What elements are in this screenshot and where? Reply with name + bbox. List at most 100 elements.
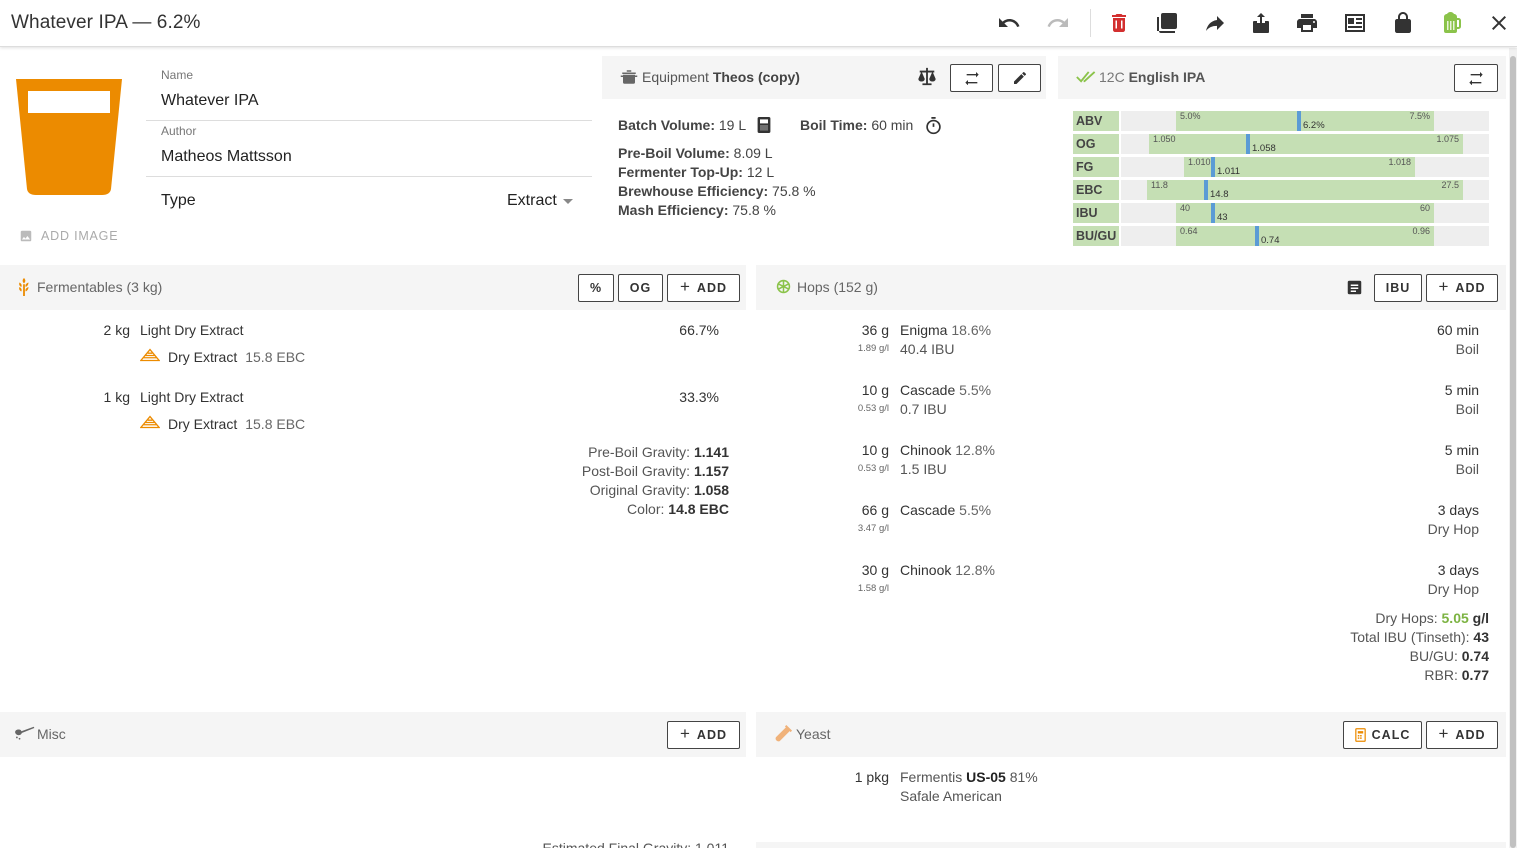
equipment-title: Equipment Theos (copy) (642, 69, 800, 85)
fermentable-name[interactable]: Light Dry Extract (140, 389, 243, 405)
add-hop-button[interactable]: + ADD (1426, 274, 1498, 302)
style-value-marker (1211, 157, 1215, 177)
fermentable-type: Dry Extract 15.8 EBC (139, 415, 305, 432)
swap-style-button[interactable] (1454, 64, 1498, 92)
author-label: Author (161, 124, 197, 138)
style-range-track: 40 60 43 (1121, 203, 1489, 223)
swap-equipment-button[interactable] (950, 64, 993, 92)
author-underline (146, 176, 592, 177)
pot-icon (620, 68, 638, 89)
bugu-stat: BU/GU: 0.74 (1409, 648, 1489, 664)
swap-icon (964, 72, 979, 85)
style-value-marker (1255, 226, 1259, 246)
hop-name[interactable]: Chinook 12.8% (900, 562, 995, 578)
scrollbar-thumb[interactable] (1510, 56, 1516, 848)
total-ibu-stat: Total IBU (Tinseth): 43 (1350, 629, 1489, 645)
style-row: OG 1.050 1.075 1.058 (1073, 134, 1489, 154)
hop-concentration: 3.47 g/l (857, 523, 889, 534)
brew-icon[interactable] (1437, 10, 1465, 36)
hop-use: Boil (1455, 461, 1479, 477)
pencil-icon (1013, 71, 1026, 84)
style-range-min: 11.8 (1151, 180, 1168, 190)
style-value-marker (1204, 180, 1208, 200)
add-image-button[interactable]: ADD IMAGE (19, 229, 118, 243)
ibu-button[interactable]: IBU (1374, 274, 1422, 302)
style-range-track: 11.8 27.5 14.8 (1121, 180, 1489, 200)
hop-name[interactable]: Cascade 5.5% (900, 502, 991, 518)
hop-ibu: 0.7 IBU (900, 401, 947, 417)
dry-hops-stat: Dry Hops: 5.05 g/l (1375, 610, 1489, 626)
style-range-track: 0.64 0.96 0.74 (1121, 226, 1489, 246)
original-gravity: Original Gravity: 1.058 (589, 482, 729, 498)
plus-icon: + (679, 277, 691, 296)
style-range-max: 7.5% (1409, 111, 1430, 121)
copy-icon[interactable] (1153, 10, 1181, 36)
style-range-max: 60 (1419, 203, 1430, 213)
style-range-min: 40 (1180, 203, 1191, 213)
style-value-marker (1246, 134, 1250, 154)
calculator-icon[interactable] (756, 116, 772, 137)
author-field[interactable]: Matheos Mattsson (161, 148, 292, 166)
type-select[interactable]: Extract (507, 192, 573, 210)
brewhouse-efficiency: Brewhouse Efficiency: 75.8 % (618, 183, 816, 199)
redo-icon[interactable] (1044, 10, 1072, 36)
fermentable-name[interactable]: Light Dry Extract (140, 322, 243, 338)
misc-title: Misc (37, 726, 66, 742)
add-image-label: ADD IMAGE (41, 229, 119, 243)
lock-icon[interactable] (1389, 10, 1417, 36)
hop-time: 5 min (1444, 382, 1479, 398)
yeast-name[interactable]: Fermentis US-05 81% (900, 769, 1038, 785)
hop-name[interactable]: Chinook 12.8% (900, 442, 995, 458)
image-icon (20, 230, 32, 242)
undo-icon[interactable] (995, 10, 1023, 36)
estimated-fg: Estimated Final Gravity: 1.011 (542, 840, 729, 848)
beer-glass-image[interactable] (14, 77, 124, 197)
add-yeast-button[interactable]: + ADD (1426, 721, 1498, 749)
print-icon[interactable] (1293, 10, 1321, 36)
percent-button[interactable]: % (578, 274, 614, 302)
add-label: ADD (696, 728, 728, 742)
app-toolbar: Whatever IPA — 6.2% (0, 0, 1517, 47)
style-param-name: ABV (1073, 111, 1119, 131)
share-icon[interactable] (1201, 10, 1229, 36)
style-value-marker (1297, 111, 1301, 131)
hop-ibu: 40.4 IBU (900, 341, 955, 357)
add-fermentable-button[interactable]: + ADD (667, 274, 740, 302)
timer-icon[interactable] (925, 116, 942, 138)
brewsheet-icon[interactable] (1341, 10, 1369, 36)
delete-icon[interactable] (1105, 10, 1133, 36)
scale-icon[interactable] (916, 67, 938, 90)
calc-button[interactable]: CALC (1343, 721, 1422, 749)
edit-equipment-button[interactable] (998, 64, 1041, 92)
style-range-min: 5.0% (1180, 111, 1201, 121)
style-range-min: 1.010 (1188, 157, 1211, 167)
plus-icon: + (1438, 277, 1450, 296)
swap-icon (1469, 72, 1483, 85)
style-param-name: IBU (1073, 203, 1119, 223)
style-param-name: OG (1073, 134, 1119, 154)
add-misc-button[interactable]: + ADD (667, 721, 740, 749)
calc-label: CALC (1371, 728, 1411, 742)
notes-icon[interactable] (1347, 280, 1362, 298)
style-value: 6.2% (1303, 120, 1325, 131)
toolbar-divider (1090, 9, 1091, 37)
grain-icon (17, 278, 31, 299)
yeast-product-name: Safale American (900, 788, 1002, 804)
name-field[interactable]: Whatever IPA (161, 92, 259, 110)
style-range-min: 0.64 (1180, 226, 1198, 236)
style-name: English IPA (1128, 69, 1206, 85)
hop-cone-icon (775, 278, 792, 298)
hop-time: 5 min (1444, 442, 1479, 458)
boil-time: Boil Time: 60 min (800, 117, 914, 133)
export-icon[interactable] (1247, 10, 1275, 36)
style-range-bar (1149, 134, 1463, 154)
style-param-name: FG (1073, 157, 1119, 177)
hop-name[interactable]: Enigma 18.6% (900, 322, 991, 338)
close-icon[interactable] (1485, 10, 1513, 36)
hop-use: Dry Hop (1427, 581, 1479, 597)
hop-concentration: 0.53 g/l (857, 463, 889, 474)
og-button[interactable]: OG (618, 274, 663, 302)
hop-name[interactable]: Cascade 5.5% (900, 382, 991, 398)
hop-use: Boil (1455, 341, 1479, 357)
hop-amount: 10 g (861, 382, 889, 398)
